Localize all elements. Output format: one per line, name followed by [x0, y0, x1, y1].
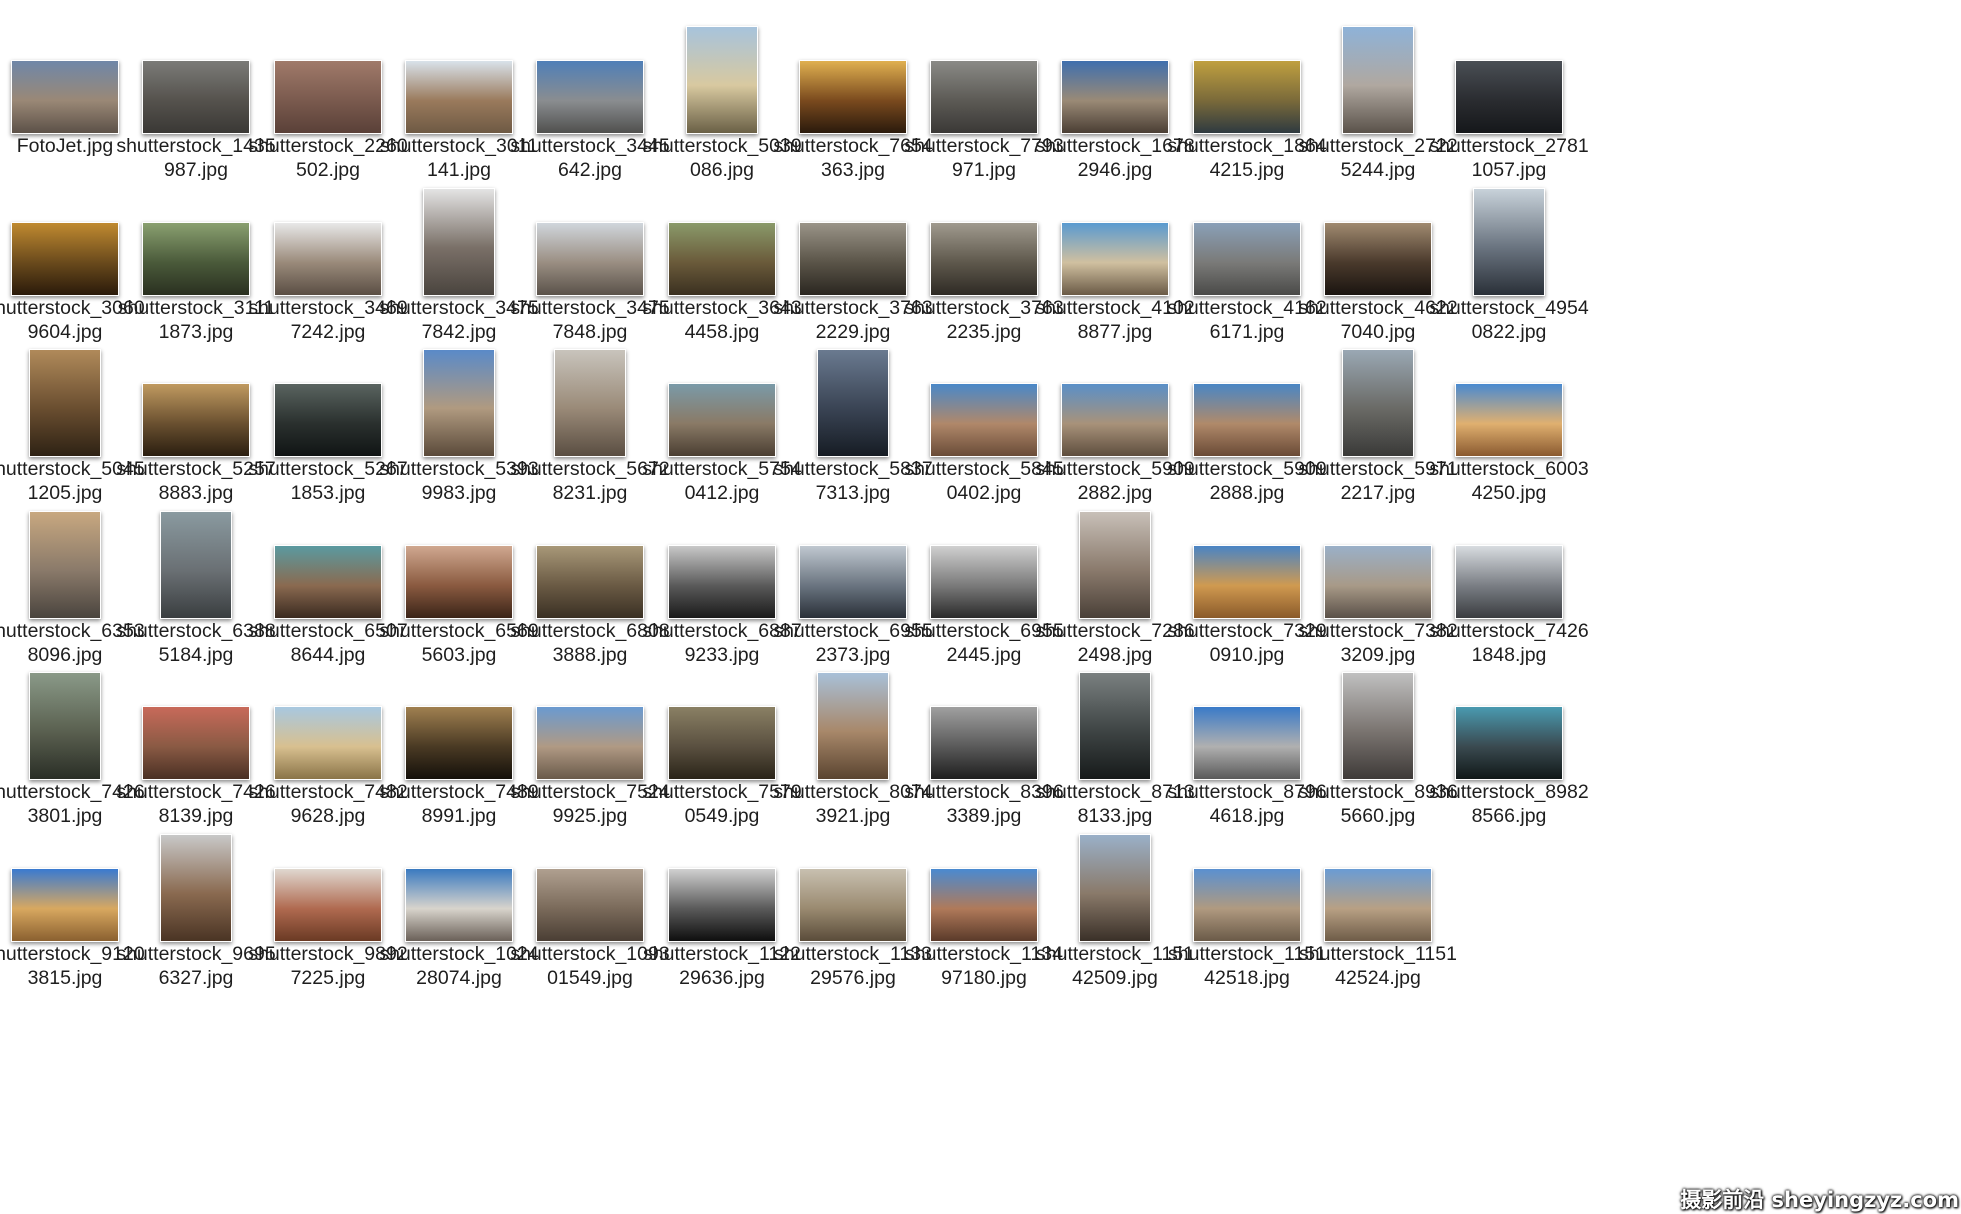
- image-thumbnail[interactable]: [668, 222, 776, 296]
- image-thumbnail[interactable]: [930, 60, 1038, 134]
- image-thumbnail[interactable]: [799, 222, 907, 296]
- image-thumbnail[interactable]: [668, 383, 776, 457]
- image-thumbnail[interactable]: [1455, 545, 1563, 619]
- image-thumbnail[interactable]: [536, 60, 644, 134]
- image-thumbnail[interactable]: [29, 349, 101, 457]
- image-thumbnail[interactable]: [160, 511, 232, 619]
- file-thumbnail-grid: FotoJet.jpg shutterstock_1435987.jpg shutt…: [0, 0, 1961, 1214]
- image-thumbnail[interactable]: [1079, 672, 1151, 780]
- file-name-label: shutterstock_115142524.jpg: [1299, 943, 1457, 989]
- image-thumbnail[interactable]: [405, 545, 513, 619]
- image-thumbnail[interactable]: [799, 868, 907, 942]
- image-thumbnail[interactable]: [1324, 545, 1432, 619]
- image-thumbnail[interactable]: [274, 383, 382, 457]
- image-thumbnail[interactable]: [799, 545, 907, 619]
- image-thumbnail[interactable]: [817, 672, 889, 780]
- image-thumbnail[interactable]: [405, 868, 513, 942]
- thumbnail-frame: [1427, 0, 1591, 134]
- image-thumbnail[interactable]: [142, 222, 250, 296]
- image-thumbnail[interactable]: [1193, 383, 1301, 457]
- image-thumbnail[interactable]: [536, 868, 644, 942]
- image-thumbnail[interactable]: [1061, 383, 1169, 457]
- image-thumbnail[interactable]: [1473, 188, 1545, 296]
- thumbnail-frame: [1427, 323, 1591, 457]
- image-thumbnail[interactable]: [29, 511, 101, 619]
- image-thumbnail[interactable]: [405, 60, 513, 134]
- image-thumbnail[interactable]: [536, 706, 644, 780]
- image-thumbnail[interactable]: [1342, 26, 1414, 134]
- image-thumbnail[interactable]: [274, 868, 382, 942]
- image-thumbnail[interactable]: [930, 222, 1038, 296]
- image-thumbnail[interactable]: [930, 545, 1038, 619]
- image-thumbnail[interactable]: [536, 545, 644, 619]
- image-thumbnail[interactable]: [29, 672, 101, 780]
- image-thumbnail[interactable]: [274, 222, 382, 296]
- image-thumbnail[interactable]: [930, 706, 1038, 780]
- image-thumbnail[interactable]: [1342, 349, 1414, 457]
- image-thumbnail[interactable]: [1061, 222, 1169, 296]
- image-thumbnail[interactable]: [1455, 706, 1563, 780]
- image-thumbnail[interactable]: [160, 834, 232, 942]
- image-thumbnail[interactable]: [1342, 672, 1414, 780]
- image-thumbnail[interactable]: [1324, 868, 1432, 942]
- thumbnail-frame: [1427, 485, 1591, 619]
- image-thumbnail[interactable]: [554, 349, 626, 457]
- thumbnail-frame: [1427, 162, 1591, 296]
- image-thumbnail[interactable]: [1193, 60, 1301, 134]
- image-thumbnail[interactable]: [668, 706, 776, 780]
- image-thumbnail[interactable]: [1324, 222, 1432, 296]
- image-thumbnail[interactable]: [142, 706, 250, 780]
- image-thumbnail[interactable]: [668, 545, 776, 619]
- image-thumbnail[interactable]: [142, 383, 250, 457]
- image-thumbnail[interactable]: [11, 60, 119, 134]
- image-thumbnail[interactable]: [536, 222, 644, 296]
- image-thumbnail[interactable]: [1455, 60, 1563, 134]
- image-thumbnail[interactable]: [1061, 60, 1169, 134]
- image-thumbnail[interactable]: [1455, 383, 1563, 457]
- image-thumbnail[interactable]: [274, 60, 382, 134]
- image-thumbnail[interactable]: [423, 188, 495, 296]
- image-thumbnail[interactable]: [930, 868, 1038, 942]
- image-thumbnail[interactable]: [799, 60, 907, 134]
- image-thumbnail[interactable]: [11, 222, 119, 296]
- image-thumbnail[interactable]: [1193, 706, 1301, 780]
- thumbnail-frame: [1296, 808, 1460, 942]
- image-thumbnail[interactable]: [668, 868, 776, 942]
- image-thumbnail[interactable]: [405, 706, 513, 780]
- image-thumbnail[interactable]: [930, 383, 1038, 457]
- image-thumbnail[interactable]: [274, 545, 382, 619]
- image-thumbnail[interactable]: [11, 868, 119, 942]
- image-thumbnail[interactable]: [1079, 834, 1151, 942]
- image-thumbnail[interactable]: [274, 706, 382, 780]
- image-thumbnail[interactable]: [1079, 511, 1151, 619]
- image-thumbnail[interactable]: [1193, 545, 1301, 619]
- site-watermark: 摄影前沿 sheyingzyz.com: [1680, 1188, 1959, 1212]
- thumbnail-frame: [1427, 646, 1591, 780]
- image-thumbnail[interactable]: [686, 26, 758, 134]
- file-item[interactable]: shutterstock_115142524.jpg: [1296, 808, 1460, 1010]
- image-thumbnail[interactable]: [817, 349, 889, 457]
- image-thumbnail[interactable]: [1193, 222, 1301, 296]
- image-thumbnail[interactable]: [1193, 868, 1301, 942]
- image-thumbnail[interactable]: [423, 349, 495, 457]
- image-thumbnail[interactable]: [142, 60, 250, 134]
